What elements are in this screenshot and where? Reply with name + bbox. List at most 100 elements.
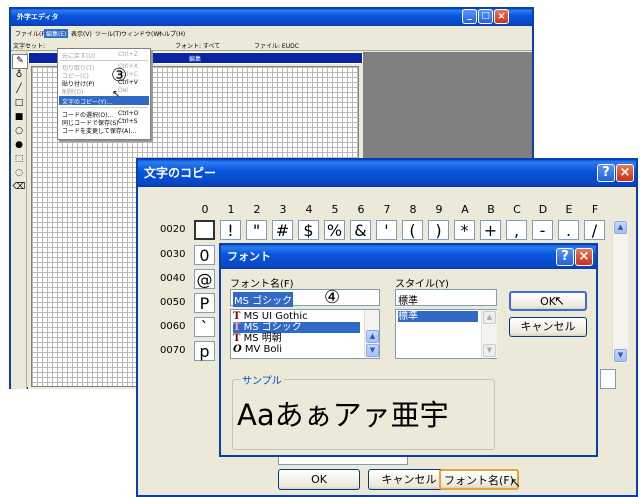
menu-help[interactable]: ヘルプ(H) [156, 29, 187, 38]
eraser-tool-icon[interactable]: ⌫ [12, 181, 26, 194]
char-cell[interactable]: % [324, 220, 345, 240]
scroll-up-icon[interactable]: ▲ [614, 221, 627, 234]
font-name-input[interactable]: MS ゴシック [230, 289, 380, 307]
char-grid-scrollbar[interactable]: ▲ ▼ [612, 220, 628, 363]
close-icon[interactable]: × [616, 164, 634, 182]
sample-label: サンプル [240, 372, 284, 387]
char-cell[interactable] [194, 220, 215, 240]
col-header: 1 [227, 203, 235, 216]
font-ok-button[interactable]: OK [509, 291, 587, 311]
style-list-item-selected[interactable]: 標準 [398, 311, 478, 322]
char-cell[interactable]: $ [298, 220, 319, 240]
char-cell[interactable]: ) [428, 220, 449, 240]
char-cell[interactable]: + [480, 220, 501, 240]
char-cell[interactable]: ! [220, 220, 241, 240]
char-cell[interactable]: P [194, 293, 215, 313]
font-name-button[interactable]: フォント名(F) [439, 469, 519, 490]
row-code-label: 0040 [160, 273, 186, 284]
col-header: 3 [279, 203, 287, 216]
font-cancel-button[interactable]: キャンセル [509, 317, 587, 337]
scroll-down-icon[interactable]: ▼ [614, 349, 627, 362]
char-cell[interactable]: " [246, 220, 267, 240]
col-header: 0 [201, 203, 209, 216]
copy-dialog-title: 文字のコピー [144, 166, 217, 180]
style-value: 標準 [398, 296, 418, 307]
font-dialog-title-bar[interactable]: フォント [221, 245, 596, 269]
row-code-label: 0070 [160, 345, 186, 356]
brush-tool-icon[interactable]: ♁ [12, 69, 26, 82]
ellipse-filled-tool-icon[interactable]: ● [12, 139, 26, 152]
char-cell[interactable]: . [558, 220, 579, 240]
char-cell[interactable]: , [506, 220, 527, 240]
char-cell[interactable]: @ [194, 269, 215, 289]
menu-item-save-as-code[interactable]: コードを変更して保存(A)... [62, 126, 136, 135]
col-header: D [538, 203, 548, 216]
select-tool-icon[interactable]: ⬚ [12, 153, 26, 166]
scroll-up-icon[interactable]: ▲ [483, 311, 496, 324]
mouse-cursor-icon: ↖ [554, 294, 565, 309]
help-icon[interactable]: ? [556, 248, 574, 266]
rect-outline-tool-icon[interactable]: □ [12, 97, 26, 110]
pencil-tool-icon[interactable]: ✎ [12, 54, 28, 69]
font-list-item[interactable]: O MV Boli [233, 344, 282, 355]
scroll-down-icon[interactable]: ▼ [483, 344, 496, 357]
menu-item-delete[interactable]: 削除(D) [62, 87, 83, 96]
char-cell[interactable]: * [454, 220, 475, 240]
editor-title-bar[interactable]: 外字エディタ [11, 9, 532, 26]
font-list-item[interactable]: T MS 明朝 [233, 333, 282, 344]
col-header: 2 [253, 203, 261, 216]
menu-item-copy-character[interactable]: 文字のコピー(Y)... [62, 97, 112, 106]
step-marker-4: ④ [324, 287, 341, 308]
font-list-item[interactable]: T MS UI Gothic [233, 311, 308, 322]
char-cell[interactable]: - [532, 220, 553, 240]
char-cell[interactable]: ' [376, 220, 397, 240]
font-list-scrollbar[interactable]: ▲ ▼ [364, 310, 379, 358]
char-cell[interactable]: p [194, 341, 215, 361]
copy-cancel-button[interactable]: キャンセル [368, 469, 450, 490]
file-label: ファイル: EUDC [254, 43, 299, 50]
style-list-scrollbar[interactable]: ▲ ▼ [481, 310, 497, 358]
char-cell[interactable]: 0 [194, 245, 215, 265]
scroll-down-icon[interactable]: ▼ [366, 344, 379, 357]
menu-view[interactable]: 表示(V) [69, 29, 94, 38]
charset-label: 文字セット: [13, 43, 46, 50]
style-list[interactable]: 標準 ▲ ▼ [395, 309, 497, 359]
edit-panel-title: 編集 [189, 56, 202, 63]
char-cell[interactable]: / [584, 220, 605, 240]
help-icon[interactable]: ? [597, 164, 615, 182]
menu-item-undo[interactable]: 元に戻す(U) [62, 51, 95, 60]
char-cell[interactable]: ` [194, 317, 215, 337]
char-cell[interactable]: ( [402, 220, 423, 240]
scroll-up-icon[interactable]: ▲ [366, 330, 379, 343]
minimize-icon[interactable]: _ [462, 9, 477, 24]
char-cell[interactable]: & [350, 220, 371, 240]
col-header: A [461, 203, 469, 216]
style-input[interactable]: 標準 [395, 289, 497, 307]
menu-edit[interactable]: 編集(E) [44, 29, 69, 38]
step-marker-3: ③ [111, 65, 128, 86]
truetype-icon: T [233, 322, 241, 333]
col-header: 7 [383, 203, 391, 216]
shortcut-select-code: Ctrl+O [118, 110, 139, 117]
copy-dialog-title-bar[interactable]: 文字のコピー [138, 160, 636, 187]
close-icon[interactable]: × [494, 9, 509, 24]
col-header: E [565, 203, 573, 216]
col-header: 6 [357, 203, 365, 216]
char-cell[interactable]: # [272, 220, 293, 240]
truetype-icon: T [233, 333, 241, 344]
ellipse-outline-tool-icon[interactable]: ○ [12, 125, 26, 138]
close-icon[interactable]: × [575, 248, 593, 266]
rect-filled-tool-icon[interactable]: ■ [12, 111, 26, 124]
maximize-icon[interactable]: □ [478, 9, 493, 24]
row-code-label: 0060 [160, 321, 186, 332]
truetype-icon: T [233, 311, 241, 322]
freeform-select-tool-icon[interactable]: ◌ [12, 167, 26, 180]
font-list-item-selected[interactable]: T MS ゴシック [233, 322, 360, 333]
col-header: 4 [305, 203, 313, 216]
line-tool-icon[interactable]: ╱ [12, 83, 26, 96]
font-name-list[interactable]: T MS UI Gothic T MS ゴシック T MS 明朝 O MV Bo… [230, 309, 380, 359]
font-label: フォント: すべて [175, 43, 221, 50]
copy-ok-button[interactable]: OK [278, 469, 360, 490]
row-code-label: 0050 [160, 297, 186, 308]
col-header: 9 [435, 203, 443, 216]
